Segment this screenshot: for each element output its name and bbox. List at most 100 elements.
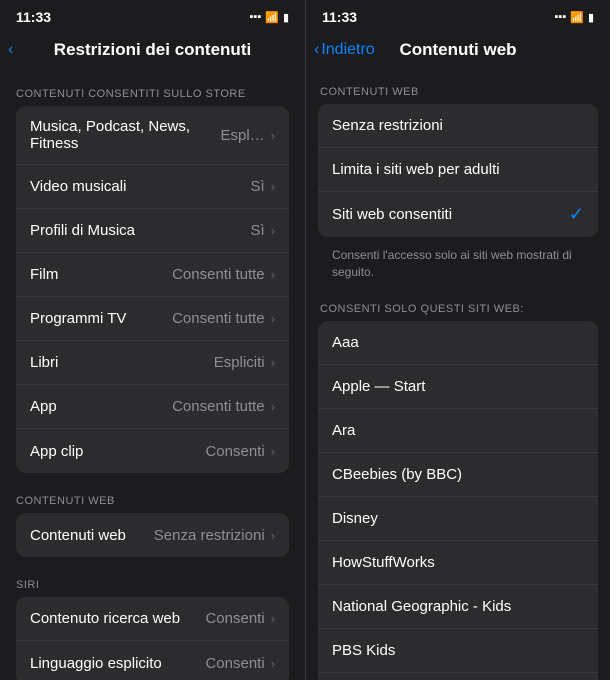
section-header-web: CONTENUTI WEB <box>0 481 305 513</box>
item-value: Consenti <box>205 655 264 672</box>
list-item[interactable]: Film Consenti tutte › <box>16 253 289 297</box>
item-value: Consenti <box>205 610 264 627</box>
list-item[interactable]: Profili di Musica Sì › <box>16 209 289 253</box>
status-icons-right: ▪▪▪ 📶 ▮ <box>555 11 594 24</box>
web-option-item[interactable]: Senza restrizioni <box>318 104 598 148</box>
item-label: Contenuti web <box>30 527 154 544</box>
wifi-icon: 📶 <box>570 11 584 24</box>
list-item[interactable]: Video musicali Sì › <box>16 165 289 209</box>
store-list: Musica, Podcast, News, Fitness Espl… › V… <box>16 106 289 473</box>
web-options-list: Senza restrizioni Limita i siti web per … <box>318 104 598 237</box>
site-item[interactable]: Ara <box>318 409 598 453</box>
page-title-left: Restrizioni dei contenuti <box>54 40 251 60</box>
list-item[interactable]: Contenuto ricerca web Consenti › <box>16 597 289 641</box>
site-label: PBS Kids <box>332 642 395 659</box>
back-button-right[interactable]: ‹ Indietro <box>314 41 375 59</box>
left-scroll-area: CONTENUTI CONSENTITI SULLO STORE Musica,… <box>0 74 305 680</box>
chevron-icon: › <box>271 656 275 671</box>
item-right: Consenti tutte › <box>172 310 275 327</box>
status-bar-left: 11:33 ▪▪▪ 📶 ▮ <box>0 0 305 30</box>
nav-bar-right: ‹ Indietro Contenuti web <box>306 30 610 74</box>
section-header-siri: SIRI <box>0 565 305 597</box>
item-value: Senza restrizioni <box>154 527 265 544</box>
page-title-right: Contenuti web <box>399 40 516 60</box>
status-icons-left: ▪▪▪ 📶 ▮ <box>250 11 289 24</box>
left-panel: 11:33 ▪▪▪ 📶 ▮ ‹ Restrizioni dei contenut… <box>0 0 305 680</box>
web-list: Contenuti web Senza restrizioni › <box>16 513 289 557</box>
signal-icon: ▪▪▪ <box>555 11 567 23</box>
site-item[interactable]: PBS Kids <box>318 629 598 673</box>
sites-list: Aaa Apple — Start Ara CBeebies (by BBC) … <box>318 321 598 680</box>
list-item[interactable]: Linguaggio esplicito Consenti › <box>16 641 289 680</box>
item-right: Senza restrizioni › <box>154 527 275 544</box>
chevron-icon: › <box>271 399 275 414</box>
item-right: Consenti tutte › <box>172 398 275 415</box>
site-label: Apple — Start <box>332 378 425 395</box>
item-label: Profili di Musica <box>30 222 250 239</box>
item-right: Sì › <box>250 178 275 195</box>
item-value: Espl… <box>220 127 264 144</box>
item-label: Film <box>30 266 172 283</box>
site-item[interactable]: Disney <box>318 497 598 541</box>
site-item[interactable]: HowStuffWorks <box>318 541 598 585</box>
item-value: Sì <box>250 222 264 239</box>
item-label: Video musicali <box>30 178 250 195</box>
item-label: App <box>30 398 172 415</box>
back-button-left[interactable]: ‹ <box>8 41 13 59</box>
status-bar-right: 11:33 ▪▪▪ 📶 ▮ <box>306 0 610 30</box>
list-item[interactable]: Contenuti web Senza restrizioni › <box>16 513 289 557</box>
chevron-left-icon: ‹ <box>314 41 319 59</box>
item-value: Sì <box>250 178 264 195</box>
site-item[interactable]: CBeebies (by BBC) <box>318 453 598 497</box>
checkmark-icon: ✓ <box>569 204 584 225</box>
info-text: Consenti l'accesso solo ai siti web most… <box>318 241 598 291</box>
list-item[interactable]: App Consenti tutte › <box>16 385 289 429</box>
chevron-icon: › <box>271 444 275 459</box>
battery-icon: ▮ <box>283 11 289 24</box>
list-item[interactable]: Musica, Podcast, News, Fitness Espl… › <box>16 106 289 165</box>
chevron-left-icon: ‹ <box>8 41 13 59</box>
site-item[interactable]: National Geographic - Kids <box>318 585 598 629</box>
item-right: Consenti › <box>205 655 275 672</box>
site-item[interactable]: Aaa <box>318 321 598 365</box>
back-label: Indietro <box>321 41 374 59</box>
right-scroll-area: CONTENUTI WEB Senza restrizioni Limita i… <box>306 74 610 680</box>
site-label: Aaa <box>332 334 359 351</box>
option-label: Limita i siti web per adulti <box>332 161 500 178</box>
time-left: 11:33 <box>16 9 51 25</box>
nav-bar-left: ‹ Restrizioni dei contenuti <box>0 30 305 74</box>
section-header-store: CONTENUTI CONSENTITI SULLO STORE <box>0 74 305 106</box>
site-label: Disney <box>332 510 378 527</box>
item-label: Linguaggio esplicito <box>30 655 205 672</box>
time-right: 11:33 <box>322 9 357 25</box>
siri-list: Contenuto ricerca web Consenti › Linguag… <box>16 597 289 680</box>
chevron-icon: › <box>271 311 275 326</box>
sites-header: CONSENTI SOLO QUESTI SITI WEB: <box>306 291 610 321</box>
list-item[interactable]: Libri Espliciti › <box>16 341 289 385</box>
site-item[interactable]: Apple — Start <box>318 365 598 409</box>
chevron-icon: › <box>271 128 275 143</box>
item-value: Consenti tutte <box>172 310 265 327</box>
chevron-icon: › <box>271 611 275 626</box>
item-right: Consenti tutte › <box>172 266 275 283</box>
web-option-item-selected[interactable]: Siti web consentiti ✓ <box>318 192 598 237</box>
option-label: Siti web consentiti <box>332 206 452 223</box>
chevron-icon: › <box>271 179 275 194</box>
item-value: Consenti tutte <box>172 398 265 415</box>
web-option-item[interactable]: Limita i siti web per adulti <box>318 148 598 192</box>
item-right: Sì › <box>250 222 275 239</box>
web-content-header: CONTENUTI WEB <box>306 74 610 104</box>
item-value: Consenti tutte <box>172 266 265 283</box>
list-item[interactable]: Programmi TV Consenti tutte › <box>16 297 289 341</box>
chevron-icon: › <box>271 223 275 238</box>
item-label: Musica, Podcast, News, Fitness <box>30 118 220 152</box>
chevron-icon: › <box>271 528 275 543</box>
right-panel: 11:33 ▪▪▪ 📶 ▮ ‹ Indietro Contenuti web C… <box>305 0 610 680</box>
item-value: Espliciti <box>214 354 265 371</box>
list-item[interactable]: App clip Consenti › <box>16 429 289 473</box>
item-right: Espliciti › <box>214 354 275 371</box>
site-item[interactable]: Scholastic.com <box>318 673 598 680</box>
site-label: CBeebies (by BBC) <box>332 466 462 483</box>
wifi-icon: 📶 <box>265 11 279 24</box>
item-right: Espl… › <box>220 127 275 144</box>
